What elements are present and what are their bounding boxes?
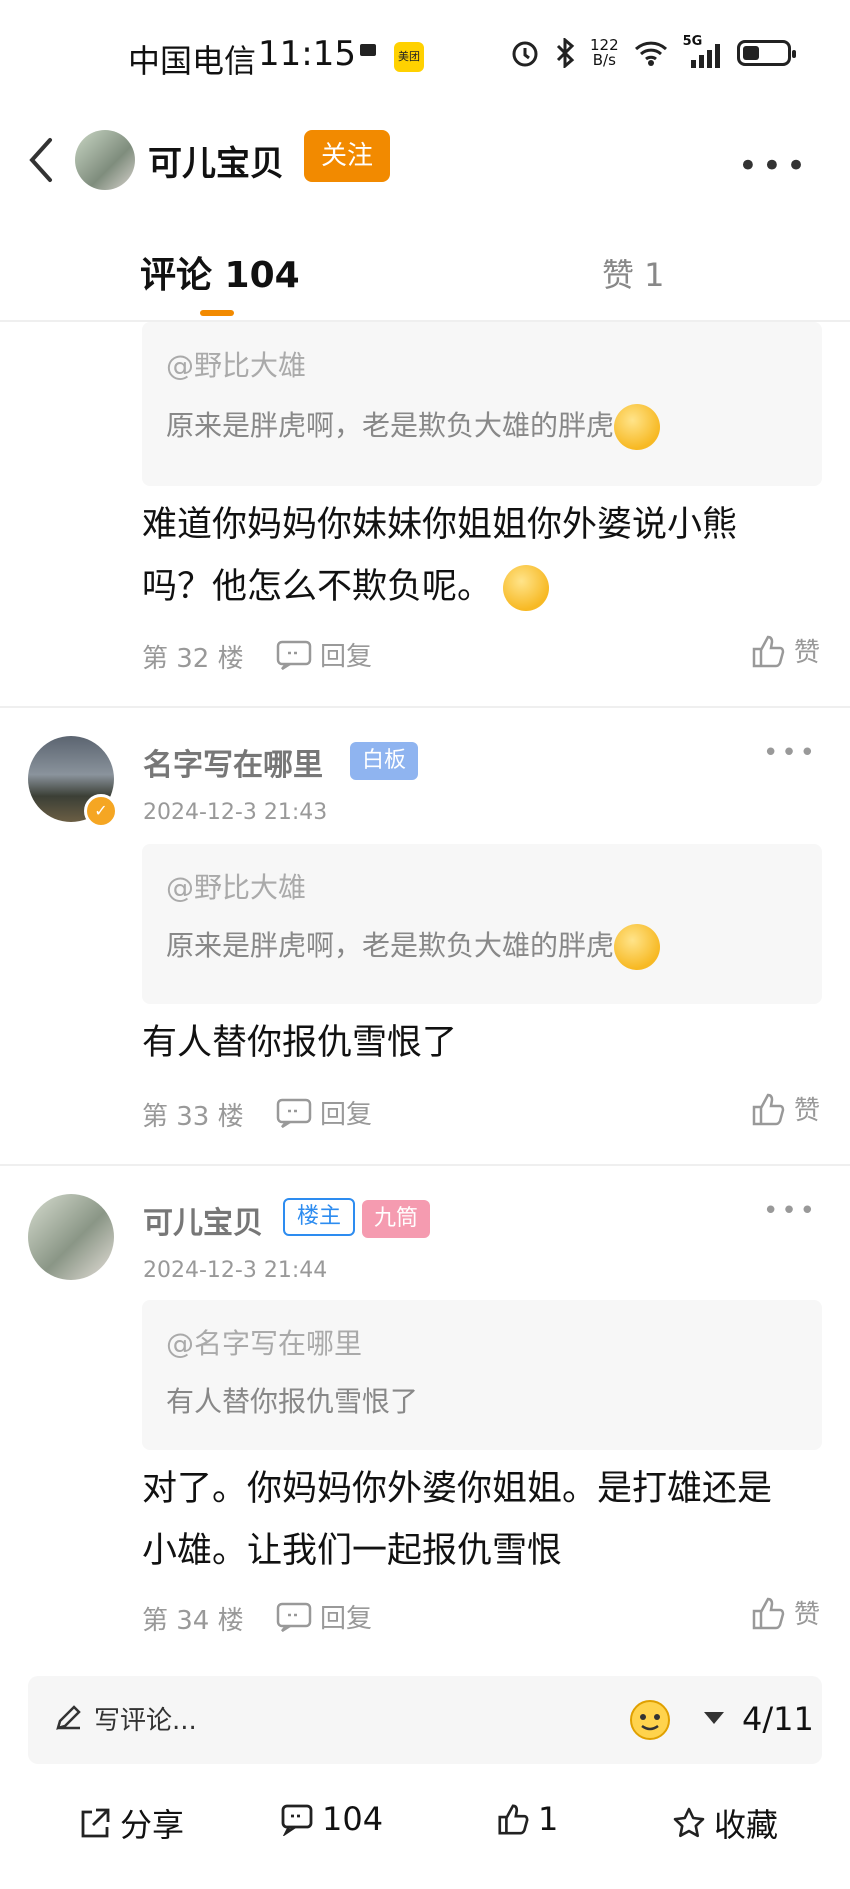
like-label: 赞 bbox=[793, 638, 820, 668]
quoted-user: @野比大雄 bbox=[166, 349, 307, 382]
top-nav-bar: 可儿宝贝 关注 ••• bbox=[0, 110, 850, 210]
quoted-text: 原来是胖虎啊，老是欺负大雄的胖虎 bbox=[166, 404, 661, 450]
notification-icon bbox=[360, 44, 376, 56]
reply-button[interactable]: 回复 bbox=[276, 1094, 372, 1131]
comment-icon bbox=[281, 1804, 313, 1836]
reply-label: 回复 bbox=[320, 1100, 373, 1130]
comment-item: 可儿宝贝 楼主 九筒 2024-12-3 21:44 ••• @名字写在哪里 有… bbox=[0, 1166, 850, 1646]
reply-button[interactable]: 回复 bbox=[276, 636, 372, 673]
status-bar: 中国电信 11:15 美团 122 B/s 5G bbox=[0, 0, 850, 110]
follow-button[interactable]: 关注 bbox=[304, 130, 390, 182]
pencil-icon bbox=[56, 1705, 81, 1730]
comment-composer[interactable]: 写评论... 4/11 bbox=[28, 1676, 822, 1764]
tab-comments[interactable]: 评论 104 bbox=[140, 246, 300, 298]
battery-icon bbox=[736, 40, 796, 66]
tab-likes[interactable]: 赞 1 bbox=[602, 250, 665, 296]
user-avatar[interactable] bbox=[28, 1194, 114, 1280]
favorite-label: 收藏 bbox=[714, 1806, 779, 1844]
active-tab-indicator bbox=[200, 310, 234, 316]
more-options-icon[interactable]: ••• bbox=[738, 146, 810, 186]
author-name[interactable]: 可儿宝贝 bbox=[148, 136, 284, 185]
like-button[interactable]: 赞 bbox=[750, 1090, 820, 1127]
tab-bar: 评论 104 赞 1 bbox=[0, 210, 850, 322]
quoted-user: @名字写在哪里 bbox=[166, 1327, 363, 1360]
quoted-reply[interactable]: @野比大雄 原来是胖虎啊，老是欺负大雄的胖虎 bbox=[142, 322, 822, 486]
emoji-picker-icon[interactable] bbox=[626, 1694, 674, 1742]
clock: 11:15 bbox=[258, 34, 356, 74]
comment-body: 对了。你妈妈你外婆你姐姐。是打雄还是 小雄。让我们一起报仇雪恨 bbox=[142, 1469, 773, 1571]
like-post-button[interactable]: 1 bbox=[496, 1800, 558, 1838]
angry-emoji-icon bbox=[614, 404, 661, 450]
verified-badge-icon: ✓ bbox=[84, 794, 118, 828]
user-tag: 九筒 bbox=[362, 1200, 431, 1238]
owner-tag: 楼主 bbox=[283, 1198, 356, 1236]
comment-body: 有人替你报仇雪恨了 bbox=[142, 1023, 458, 1063]
star-icon bbox=[673, 1807, 705, 1838]
status-icons: 122 B/s 5G bbox=[510, 34, 796, 68]
comment-date: 2024-12-3 21:44 bbox=[143, 1258, 328, 1283]
quoted-reply[interactable]: @野比大雄 原来是胖虎啊，老是欺负大雄的胖虎 bbox=[142, 844, 822, 1004]
reply-button[interactable]: 回复 bbox=[276, 1598, 372, 1635]
thumbs-up-icon bbox=[498, 1804, 529, 1835]
meituan-icon: 美团 bbox=[394, 42, 424, 72]
bluetooth-icon bbox=[556, 38, 575, 68]
speed-unit: B/s bbox=[592, 51, 616, 69]
share-label: 分享 bbox=[120, 1806, 185, 1844]
page-indicator[interactable]: 4/11 bbox=[742, 1700, 814, 1738]
like-label: 赞 bbox=[793, 1096, 820, 1126]
reply-icon bbox=[276, 640, 312, 670]
username[interactable]: 名字写在哪里 bbox=[143, 740, 323, 784]
comments-count: 104 bbox=[322, 1800, 384, 1838]
quoted-text: 有人替你报仇雪恨了 bbox=[166, 1385, 419, 1418]
comment-more-icon[interactable]: ••• bbox=[763, 1196, 818, 1226]
floor-number: 第 33 楼 bbox=[142, 1102, 244, 1132]
cellular-signal-icon: 5G bbox=[683, 34, 723, 68]
comments-count-button[interactable]: 104 bbox=[280, 1800, 383, 1838]
comment-date: 2024-12-3 21:43 bbox=[143, 800, 328, 825]
comment-body: 难道你妈妈你妹妹你姐姐你外婆说小熊 吗？他怎么不欺负呢。 bbox=[142, 494, 832, 618]
back-arrow-icon[interactable] bbox=[22, 132, 62, 188]
user-tag: 白板 bbox=[350, 742, 419, 780]
quoted-reply[interactable]: @名字写在哪里 有人替你报仇雪恨了 bbox=[142, 1300, 822, 1450]
floor-number: 第 34 楼 bbox=[142, 1606, 244, 1636]
thumbs-up-icon bbox=[752, 635, 785, 667]
quoted-text: 原来是胖虎啊，老是欺负大雄的胖虎 bbox=[166, 924, 661, 970]
share-button[interactable]: 分享 bbox=[78, 1800, 184, 1846]
favorite-button[interactable]: 收藏 bbox=[672, 1800, 778, 1846]
page-dropdown-icon[interactable] bbox=[704, 1712, 724, 1724]
thumbs-up-icon bbox=[752, 1093, 785, 1125]
alarm-icon bbox=[512, 41, 538, 67]
bottom-action-bar: 分享 104 1 收藏 bbox=[0, 1780, 850, 1880]
floor-number: 第 32 楼 bbox=[142, 644, 244, 674]
like-button[interactable]: 赞 bbox=[750, 632, 820, 669]
reply-label: 回复 bbox=[320, 642, 373, 672]
reply-icon bbox=[276, 1098, 312, 1128]
like-button[interactable]: 赞 bbox=[750, 1594, 820, 1631]
carrier-label: 中国电信 bbox=[128, 42, 257, 80]
quoted-user: @野比大雄 bbox=[166, 871, 307, 904]
comment-item: ✓ 名字写在哪里 白板 2024-12-3 21:43 ••• @野比大雄 原来… bbox=[0, 708, 850, 1164]
network-speed: 122 B/s bbox=[590, 38, 619, 68]
silly-emoji-icon bbox=[503, 565, 550, 611]
likes-count: 1 bbox=[538, 1800, 559, 1838]
username[interactable]: 可儿宝贝 bbox=[143, 1198, 263, 1242]
reply-icon bbox=[276, 1602, 312, 1632]
comment-input-placeholder[interactable]: 写评论... bbox=[94, 1700, 197, 1737]
share-icon bbox=[81, 1808, 110, 1838]
wifi-icon bbox=[634, 41, 667, 66]
reply-label: 回复 bbox=[320, 1604, 373, 1634]
like-label: 赞 bbox=[793, 1600, 820, 1630]
comment-item: @野比大雄 原来是胖虎啊，老是欺负大雄的胖虎 难道你妈妈你妹妹你姐姐你外婆说小熊… bbox=[0, 322, 850, 706]
angry-emoji-icon bbox=[614, 924, 661, 970]
thumbs-up-icon bbox=[752, 1597, 785, 1629]
comment-more-icon[interactable]: ••• bbox=[763, 738, 818, 768]
author-avatar[interactable] bbox=[75, 130, 135, 190]
